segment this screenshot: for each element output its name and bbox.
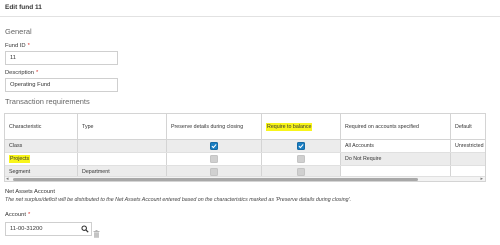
fund-id-input[interactable]: 11 [5,51,118,65]
dialog-header: Edit fund 11 [0,0,500,17]
cell-type [78,153,167,165]
general-heading: General [5,27,32,36]
preserve-checkbox[interactable] [210,142,218,150]
transaction-requirements-heading: Transaction requirements [5,97,90,106]
cell-characteristic-text: Projects [9,155,31,163]
cell-preserve [167,153,262,165]
required-mark: * [27,43,30,49]
column-header-text: Type [82,124,94,130]
account-label-text: Account [5,212,26,218]
fund-id-label: Fund ID * [5,43,30,49]
column-header-preserve: Preserve details during closing [167,114,262,140]
table-row-class[interactable]: Class All Accounts Unrestricted [5,140,485,153]
scroll-right-arrow-icon[interactable]: ▸ [480,176,483,181]
trash-icon[interactable] [93,225,100,238]
cell-require [262,153,341,165]
column-header-required-on: Required on accounts specified [341,114,451,140]
table-header-row: Characteristic Type Preserve details dur… [5,114,485,140]
scroll-left-arrow-icon[interactable]: ◂ [6,176,9,181]
description-input[interactable]: Operating Fund [5,78,118,92]
cell-required-on[interactable]: All Accounts [341,140,451,152]
require-checkbox [297,168,305,176]
cell-default[interactable]: Unrestricted [451,140,485,152]
cell-require [262,140,341,152]
checkmark-icon [298,144,304,149]
net-assets-title: Net Assets Account [5,189,55,195]
preserve-checkbox [210,168,218,176]
cell-characteristic: Class [5,140,78,152]
require-checkbox [297,155,305,163]
require-checkbox[interactable] [297,142,305,150]
cell-default[interactable] [451,153,485,165]
column-header-type: Type [78,114,167,140]
column-header-text: Require to balance [266,123,313,131]
column-header-text: Default [455,124,472,130]
required-mark: * [27,212,31,218]
column-header-text: Preserve details during closing [171,124,244,130]
net-assets-note: The net surplus/deficit will be distribu… [5,197,352,203]
required-mark: * [36,70,39,76]
description-label: Description * [5,70,38,76]
description-label-text: Description [5,70,34,76]
transaction-requirements-table: Characteristic Type Preserve details dur… [4,113,486,182]
column-header-characteristic: Characteristic [5,114,78,140]
search-icon[interactable] [79,223,91,235]
table-row-projects[interactable]: Projects Do Not Require [5,153,485,166]
account-label: Account * [5,212,30,218]
column-header-default: Default [451,114,485,140]
preserve-checkbox [210,155,218,163]
dialog-title: Edit fund 11 [5,4,42,11]
cell-characteristic: Projects [5,153,78,165]
checkmark-icon [211,144,217,149]
cell-type [78,140,167,152]
table-horizontal-scrollbar[interactable]: ◂ ▸ [5,176,485,181]
column-header-text: Characteristic [9,124,42,130]
cell-preserve [167,140,262,152]
fund-id-label-text: Fund ID [5,43,26,49]
cell-required-on[interactable]: Do Not Require [341,153,451,165]
column-header-require-to-balance: Require to balance [262,114,341,140]
column-header-text: Required on accounts specified [345,124,419,130]
scrollbar-thumb[interactable] [13,178,418,181]
